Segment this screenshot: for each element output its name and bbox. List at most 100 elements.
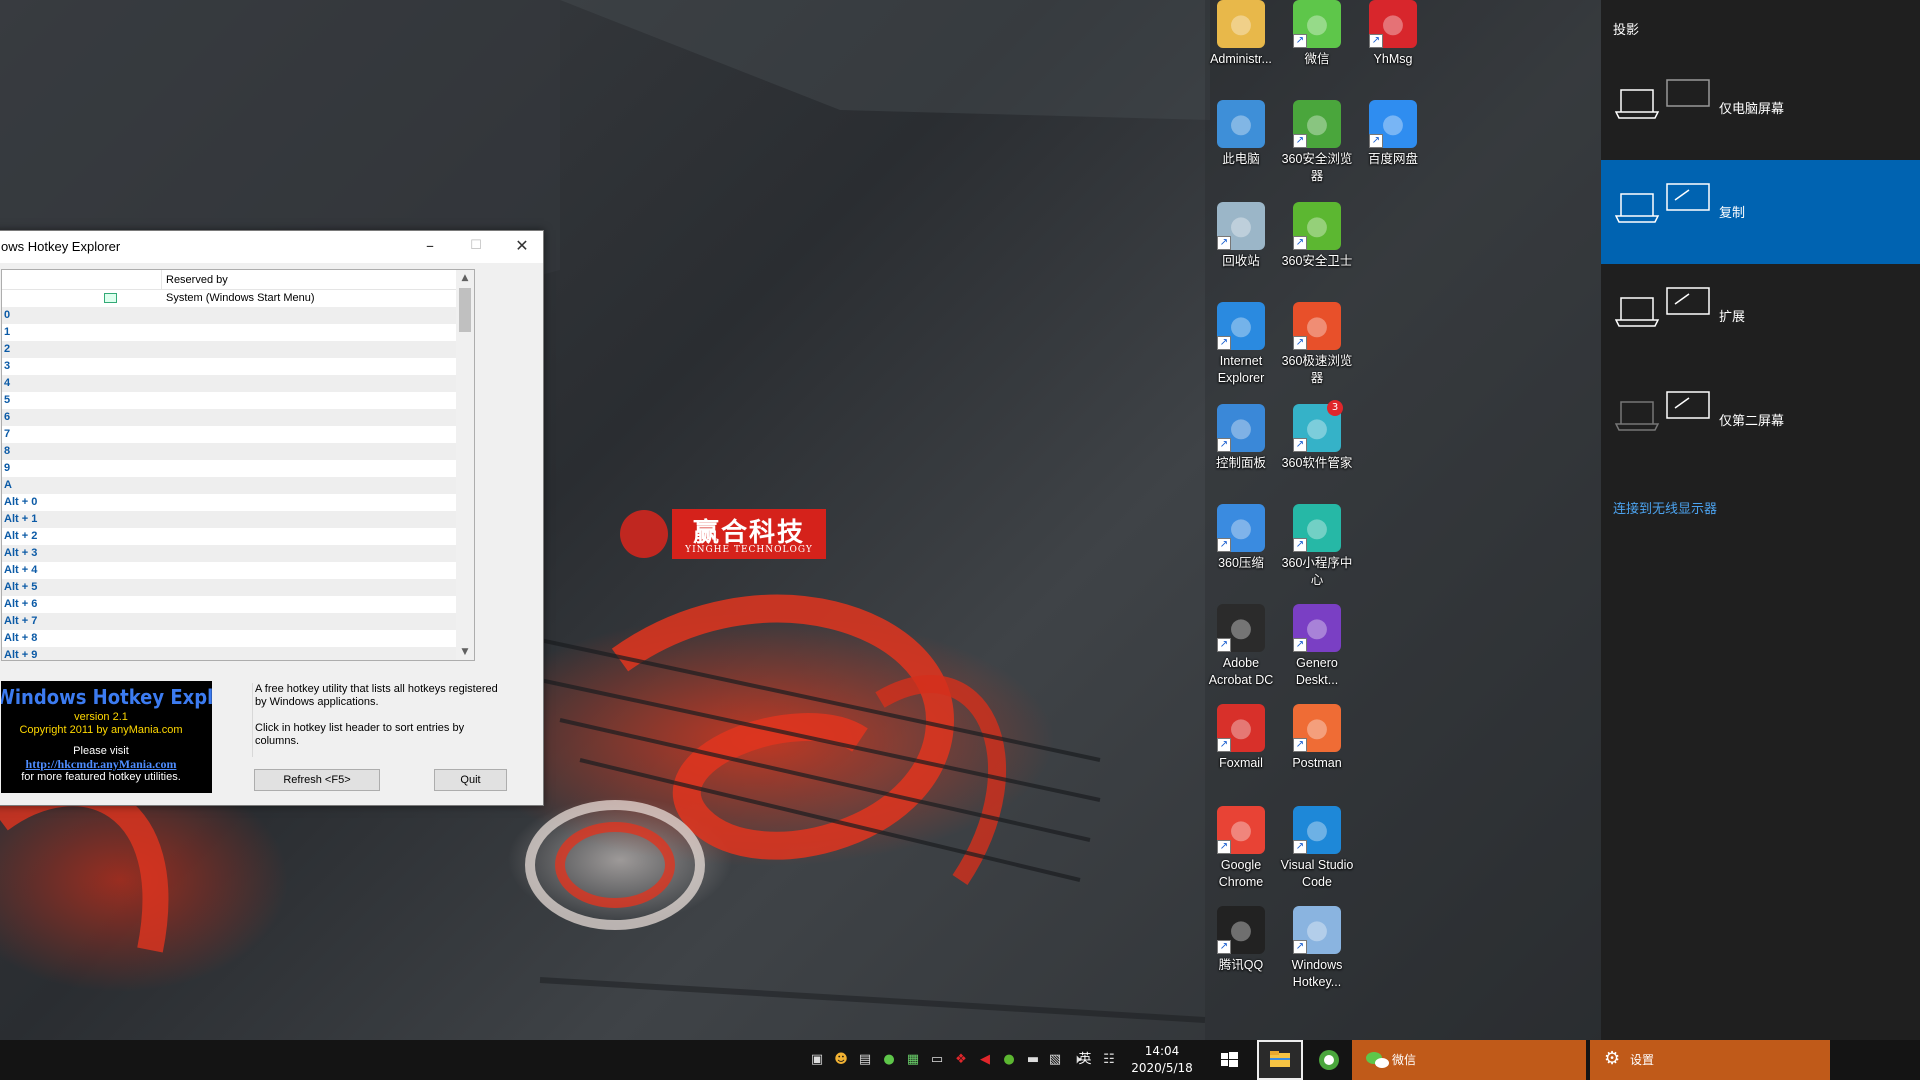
hotkey-list-header[interactable]: Reserved by bbox=[2, 270, 456, 290]
desktop-icon-label: Google Chrome bbox=[1218, 858, 1264, 889]
hotkey-row[interactable]: 6 bbox=[2, 409, 456, 426]
desktop-icon[interactable]: ● ↗ 微信 bbox=[1279, 0, 1355, 68]
scrollbar-thumb[interactable] bbox=[459, 288, 471, 332]
hotkey-row[interactable]: Alt + 8 bbox=[2, 630, 456, 647]
shortcut-arrow-icon: ↗ bbox=[1217, 538, 1231, 552]
hotkey-row[interactable]: 8 bbox=[2, 443, 456, 460]
desktop-icon[interactable]: ● ↗ 360安全浏览器 bbox=[1279, 100, 1355, 185]
tray-yhmsg-icon[interactable]: ❖ bbox=[952, 1050, 970, 1070]
tray-user-icon[interactable]: ☻ bbox=[832, 1050, 850, 1070]
hotkey-row[interactable]: 1 bbox=[2, 324, 456, 341]
desktop-icon[interactable]: ● ↗ 3 360软件管家 bbox=[1279, 400, 1355, 472]
quit-button[interactable]: Quit bbox=[434, 769, 507, 791]
project-pane-title: 投影 bbox=[1613, 23, 1640, 38]
scroll-up-arrow-icon[interactable]: ▲ bbox=[456, 270, 474, 286]
projection-option[interactable]: 复制 bbox=[1601, 160, 1920, 264]
hotkey-row[interactable]: Alt + 6 bbox=[2, 596, 456, 613]
hotkey-row[interactable]: 2 bbox=[2, 341, 456, 358]
desktop-icon[interactable]: ● ↗ Visual Studio Code bbox=[1279, 806, 1355, 891]
project-pane: 投影 仅电脑屏幕 复制 扩展 仅第二屏幕 连接到无线显示器 bbox=[1601, 0, 1920, 1040]
tray-wechat-icon[interactable]: ● bbox=[880, 1050, 898, 1070]
vertical-scrollbar[interactable]: ▲ ▼ bbox=[456, 270, 474, 660]
desktop-icon[interactable]: ● ↗ 360极速浏览器 bbox=[1279, 302, 1355, 387]
projection-option[interactable]: 仅第二屏幕 bbox=[1601, 368, 1920, 472]
desktop-icon[interactable]: ● ↗ YhMsg bbox=[1355, 0, 1431, 68]
desktop-icon[interactable]: ● ↗ Internet Explorer bbox=[1203, 302, 1279, 387]
hotkey-row[interactable]: Alt + 9 bbox=[2, 647, 456, 660]
desktop-icon[interactable]: ● Administr... bbox=[1203, 0, 1279, 68]
desktop-icon[interactable]: ● ↗ Postman bbox=[1279, 704, 1355, 772]
projection-option[interactable]: 扩展 bbox=[1601, 264, 1920, 368]
hotkey-cell: Alt + 2 bbox=[4, 530, 38, 542]
hotkey-row[interactable]: Alt + 0 bbox=[2, 494, 456, 511]
desktop-icon[interactable]: ● ↗ 回收站 bbox=[1203, 202, 1279, 270]
hotkey-row[interactable]: A bbox=[2, 477, 456, 494]
hotkey-row[interactable]: 4 bbox=[2, 375, 456, 392]
tray-monitor-icon[interactable]: ▤ bbox=[856, 1050, 874, 1070]
hotkey-cell: Alt + 3 bbox=[4, 547, 38, 559]
column-header-hotkey[interactable] bbox=[2, 270, 162, 290]
refresh-button[interactable]: Refresh <F5> bbox=[254, 769, 380, 791]
hotkey-row[interactable]: Alt + 3 bbox=[2, 545, 456, 562]
hotkey-row[interactable]: Alt + 5 bbox=[2, 579, 456, 596]
desktop-icon[interactable]: ● ↗ Google Chrome bbox=[1203, 806, 1279, 891]
hotkey-row[interactable]: 9 bbox=[2, 460, 456, 477]
close-button[interactable]: ✕ bbox=[499, 231, 545, 263]
hotkey-row[interactable]: Alt + 2 bbox=[2, 528, 456, 545]
hotkey-row[interactable]: 7 bbox=[2, 426, 456, 443]
tray-alert-icon[interactable]: ◀ bbox=[976, 1050, 994, 1070]
window-title: ows Hotkey Explorer bbox=[1, 239, 121, 254]
hotkey-cell: Alt + 4 bbox=[4, 564, 38, 576]
desktop-icon[interactable]: ● ↗ 百度网盘 bbox=[1355, 100, 1431, 168]
desktop-icon[interactable]: ● ↗ 360小程序中心 bbox=[1279, 504, 1355, 589]
projection-option[interactable]: 仅电脑屏幕 bbox=[1601, 56, 1920, 160]
window-titlebar[interactable]: ows Hotkey Explorer – ☐ ✕ bbox=[0, 231, 543, 263]
taskbar-360-browser[interactable] bbox=[1306, 1040, 1352, 1080]
desktop-icon-label: Postman bbox=[1292, 756, 1342, 770]
desktop-icon[interactable]: ● 此电脑 bbox=[1203, 100, 1279, 168]
hotkey-row[interactable]: Alt + 7 bbox=[2, 613, 456, 630]
desktop-icon-label: 360压缩 bbox=[1218, 556, 1264, 570]
scroll-down-arrow-icon[interactable]: ▼ bbox=[456, 644, 474, 660]
minimize-button[interactable]: – bbox=[407, 231, 453, 263]
taskbar-file-explorer[interactable] bbox=[1257, 1040, 1303, 1080]
desktop-icon[interactable]: ● ↗ Foxmail bbox=[1203, 704, 1279, 772]
tray-360-icon[interactable]: ● bbox=[1000, 1050, 1018, 1070]
taskbar-wechat[interactable]: 微信 bbox=[1352, 1040, 1586, 1080]
desktop-icon[interactable]: ● ↗ Windows Hotkey... bbox=[1279, 906, 1355, 991]
hotkey-row[interactable]: Alt + 1 bbox=[2, 511, 456, 528]
tray-network-icon[interactable]: ▧ bbox=[1046, 1050, 1064, 1070]
hotkey-cell: 5 bbox=[4, 394, 11, 406]
hotkey-row[interactable]: System (Windows Start Menu) bbox=[2, 290, 456, 307]
desktop-icon[interactable]: ● ↗ 360压缩 bbox=[1203, 504, 1279, 572]
maximize-button[interactable]: ☐ bbox=[453, 231, 499, 263]
hotkey-list[interactable]: Reserved by System (Windows Start Menu) 0… bbox=[1, 269, 475, 661]
start-button[interactable] bbox=[1205, 1040, 1253, 1080]
tray-app-icon[interactable]: ▣ bbox=[808, 1050, 826, 1070]
hotkey-row[interactable]: Alt + 4 bbox=[2, 562, 456, 579]
pc-screen-only-icon bbox=[1615, 79, 1710, 119]
taskbar-clock[interactable]: 14:04 2020/5/18 bbox=[1122, 1043, 1202, 1077]
desktop-icon[interactable]: ● ↗ 腾讯QQ bbox=[1203, 906, 1279, 974]
column-header-reserved-by[interactable]: Reserved by bbox=[166, 274, 228, 286]
hotkey-row[interactable]: 5 bbox=[2, 392, 456, 409]
desktop-icon[interactable]: ● ↗ Genero Deskt... bbox=[1279, 604, 1355, 689]
banner-copyright: Copyright 2011 by anyMania.com bbox=[19, 724, 183, 736]
hotkey-row[interactable]: 3 bbox=[2, 358, 456, 375]
desktop-icon[interactable]: ● ↗ Adobe Acrobat DC bbox=[1203, 604, 1279, 689]
hotkey-row[interactable]: 0 bbox=[2, 307, 456, 324]
ime-mode-icon[interactable]: ☷ bbox=[1100, 1050, 1118, 1070]
banner-visit: Please visit bbox=[73, 745, 129, 757]
control-panel-icon: ● ↗ bbox=[1217, 404, 1265, 452]
taskbar-settings[interactable]: ⚙ 设置 bbox=[1590, 1040, 1830, 1080]
hotkey-explorer-window[interactable]: ows Hotkey Explorer – ☐ ✕ Reserved by Sy… bbox=[0, 230, 544, 806]
desktop-icon[interactable]: ● ↗ 控制面板 bbox=[1203, 404, 1279, 472]
tray-battery-icon[interactable]: ▬ bbox=[1024, 1050, 1042, 1070]
ime-indicator[interactable]: 英 bbox=[1070, 1050, 1100, 1070]
banner-link[interactable]: http://hkcmdr.anyMania.com bbox=[1, 757, 201, 772]
tray-chat-icon[interactable]: ▦ bbox=[904, 1050, 922, 1070]
connect-wireless-display-link[interactable]: 连接到无线显示器 bbox=[1613, 498, 1717, 517]
tray-display-icon[interactable]: ▭ bbox=[928, 1050, 946, 1070]
desktop-icon[interactable]: ● ↗ 360安全卫士 bbox=[1279, 202, 1355, 270]
icon-glyph: ● bbox=[1229, 109, 1253, 139]
